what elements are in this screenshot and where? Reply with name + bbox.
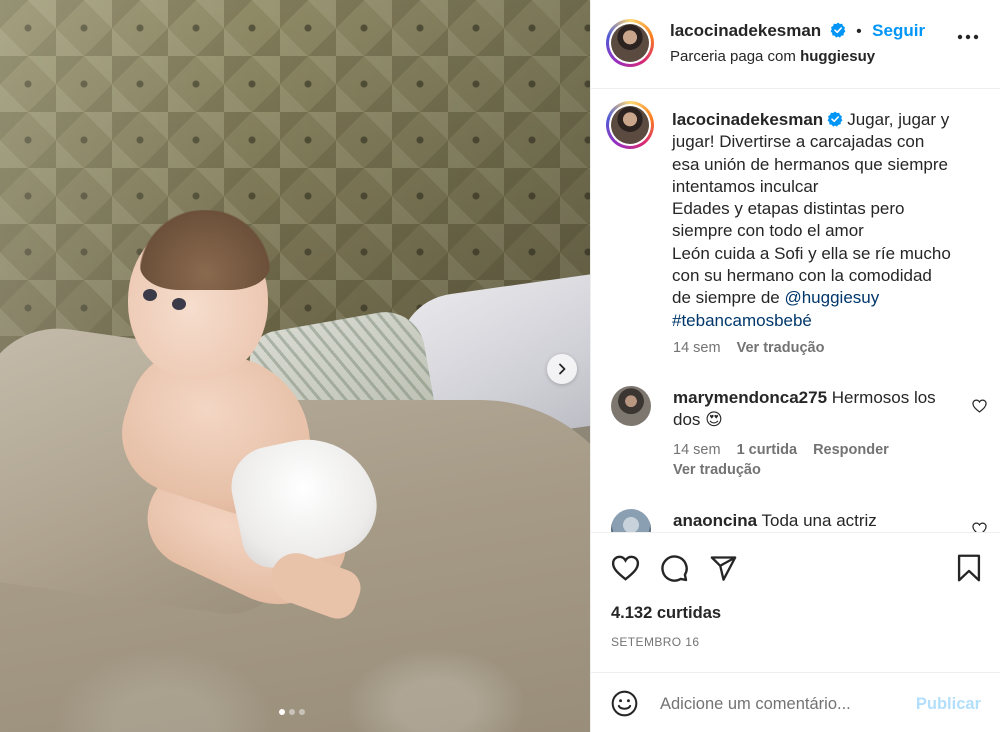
caption-line: jugar! Divertirse a carcajadas con bbox=[672, 132, 925, 152]
caption-line: con su hermano con la comodidad bbox=[672, 266, 932, 286]
carousel-next-button[interactable] bbox=[547, 354, 577, 384]
comments-section[interactable]: lacocinadekesman Jugar, jugar y jugar! D… bbox=[591, 90, 1000, 532]
chevron-right-icon bbox=[559, 363, 566, 375]
comment-username[interactable]: marymendonca275 bbox=[673, 388, 827, 407]
post-date[interactable]: SETEMBRO 16 bbox=[611, 635, 699, 649]
follow-button[interactable]: Seguir bbox=[872, 21, 925, 40]
comment-icon[interactable] bbox=[660, 554, 689, 583]
paid-partnership-label: Parceria paga com huggiesuy bbox=[670, 48, 876, 65]
more-options-icon[interactable] bbox=[957, 34, 979, 40]
commenter-avatar[interactable] bbox=[611, 386, 651, 426]
caption-line: Jugar, jugar y bbox=[847, 110, 950, 129]
heart-eyes-emoji: 😍 bbox=[705, 410, 723, 430]
comment-text: Hermosos los bbox=[831, 388, 936, 407]
author-avatar[interactable] bbox=[606, 19, 654, 67]
carousel-dot bbox=[279, 709, 285, 715]
post-image[interactable] bbox=[0, 0, 590, 732]
caption-hashtag-link[interactable]: #tebancamosbebé bbox=[672, 311, 812, 330]
caption-line: siempre con todo el amor bbox=[672, 221, 864, 241]
caption-line: de siempre de bbox=[672, 288, 780, 308]
comment-username[interactable]: anaoncina bbox=[673, 511, 757, 530]
baby-eye bbox=[172, 298, 186, 310]
partner-link[interactable]: huggiesuy bbox=[800, 48, 875, 65]
baby-eye bbox=[143, 289, 157, 301]
comment-meta: 14 sem 1 curtida Responder bbox=[673, 442, 889, 458]
comment-composer: Adicione um comentário... Publicar bbox=[591, 672, 1000, 732]
post-actions: 4.132 curtidas SETEMBRO 16 bbox=[591, 532, 1000, 672]
comment-text: Toda una actriz bbox=[761, 511, 877, 530]
comment-like-heart-icon[interactable] bbox=[972, 522, 987, 532]
comment-item: marymendonca275 Hermosos los dos 😍 bbox=[673, 387, 963, 432]
verified-badge-icon bbox=[827, 111, 843, 127]
likes-count[interactable]: 4.132 curtidas bbox=[611, 604, 721, 623]
share-icon[interactable] bbox=[709, 554, 738, 582]
emoji-icon[interactable] bbox=[611, 690, 638, 717]
baby-hair bbox=[140, 210, 270, 290]
caption-meta: 14 sem Ver tradução bbox=[673, 340, 824, 356]
bookmark-icon[interactable] bbox=[957, 554, 981, 582]
post-sidebar: lacocinadekesman • Seguir Parceria paga … bbox=[590, 0, 1000, 732]
comment-like-heart-icon[interactable] bbox=[972, 399, 987, 413]
caption-author-avatar[interactable] bbox=[606, 101, 654, 149]
post-caption: lacocinadekesman Jugar, jugar y jugar! D… bbox=[672, 109, 982, 332]
caption-line: Edades y etapas distintas pero bbox=[672, 199, 905, 219]
caption-username[interactable]: lacocinadekesman bbox=[672, 110, 823, 129]
comment-reply-button[interactable]: Responder bbox=[813, 442, 889, 458]
caption-see-translation[interactable]: Ver tradução bbox=[737, 340, 825, 356]
carousel-indicator bbox=[279, 709, 305, 715]
caption-line: León cuida a Sofi y ella se ríe mucho bbox=[672, 243, 951, 263]
carousel-dot bbox=[289, 709, 295, 715]
caption-timestamp[interactable]: 14 sem bbox=[673, 340, 721, 356]
publish-button[interactable]: Publicar bbox=[916, 695, 981, 714]
comment-like-count[interactable]: 1 curtida bbox=[737, 442, 797, 458]
comment-timestamp[interactable]: 14 sem bbox=[673, 442, 721, 458]
verified-badge-icon bbox=[830, 22, 846, 38]
comment-see-translation[interactable]: Ver tradução bbox=[673, 462, 761, 478]
author-username[interactable]: lacocinadekesman bbox=[670, 21, 821, 40]
caption-line: esa unión de hermanos que siempre bbox=[672, 154, 948, 174]
heart-icon[interactable] bbox=[611, 555, 640, 581]
caption-line: intentamos inculcar bbox=[672, 176, 819, 196]
commenter-avatar[interactable] bbox=[611, 509, 651, 532]
carousel-dot bbox=[299, 709, 305, 715]
comment-item: anaoncina Toda una actriz bbox=[673, 510, 877, 532]
comment-input[interactable]: Adicione um comentário... bbox=[660, 695, 851, 714]
post-header: lacocinadekesman • Seguir Parceria paga … bbox=[591, 0, 1000, 89]
comment-text: dos bbox=[673, 410, 701, 430]
caption-mention-link[interactable]: @huggiesuy bbox=[784, 288, 879, 307]
